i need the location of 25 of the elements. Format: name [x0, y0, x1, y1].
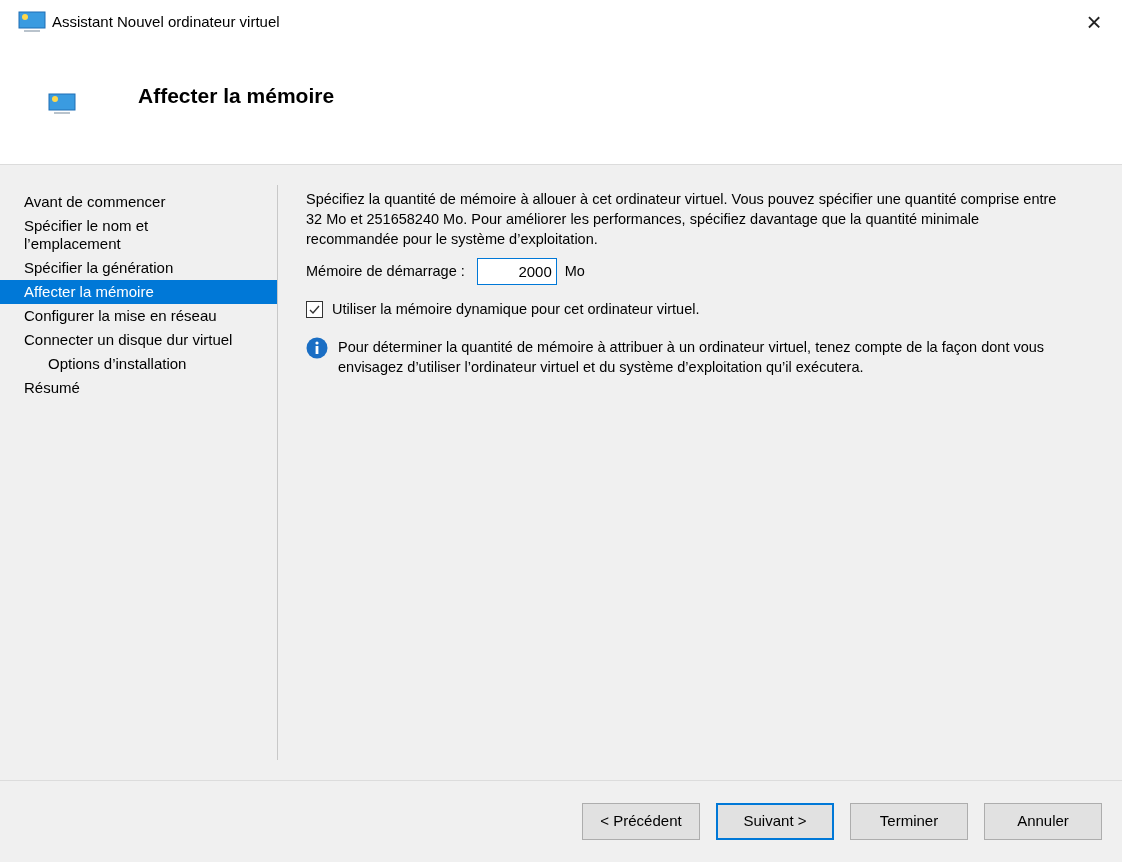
field-label: Mémoire de démarrage : [306, 261, 465, 281]
info-icon [306, 336, 328, 359]
wizard-step[interactable]: Configurer la mise en réseau [0, 304, 277, 328]
wizard-step[interactable]: Affecter la mémoire [0, 280, 277, 304]
wizard-button[interactable]: Annuler [984, 803, 1102, 840]
info-text: Pour déterminer la quantité de mémoire à attribuer à un ordinateur virtuel, tenez compte de la façon dont vous envisagez d’utiliser l’ordinateur virtuel et du système d’exploitation qu’il exécutera. [338, 337, 1046, 377]
checkbox-label: Utiliser la mémoire dynamique pour cet ordinateur virtuel. [332, 300, 700, 319]
unit-label: Mo [564, 261, 585, 281]
wizard-button[interactable]: < Précédent [582, 803, 700, 840]
wizard-step[interactable]: Spécifier le nom et l’emplacement [0, 214, 277, 256]
close-button[interactable]: × [1078, 6, 1110, 38]
wizard-step[interactable]: Options d’installation [0, 352, 277, 376]
wizard-button[interactable]: Terminer [850, 803, 968, 840]
window-title: Assistant Nouvel ordinateur virtuel [52, 11, 280, 32]
computer-icon [18, 11, 46, 33]
description-text: Spécifiez la quantité de mémoire à allouer à cet ordinateur virtuel. Vous pouvez spécifier une quantité comprise entre 32 Mo et 251658240 Mo. Pour améliorer les performances, spécifiez davantage que la quantité minimale recommandée pour le système d’exploitation. [306, 190, 1058, 249]
checkbox[interactable] [306, 301, 323, 319]
computer-icon [48, 93, 76, 115]
wizard-step[interactable]: Spécifier la génération [0, 256, 277, 280]
page-heading: Affecter la mémoire [138, 83, 335, 110]
wizard-button[interactable]: Suivant > [716, 803, 834, 840]
memory-field[interactable]: 2000 [476, 258, 557, 285]
wizard-step[interactable]: Résumé [0, 376, 277, 400]
wizard-step[interactable]: Avant de commencer [0, 190, 277, 214]
wizard-step[interactable]: Connecter un disque dur virtuel [0, 328, 277, 352]
